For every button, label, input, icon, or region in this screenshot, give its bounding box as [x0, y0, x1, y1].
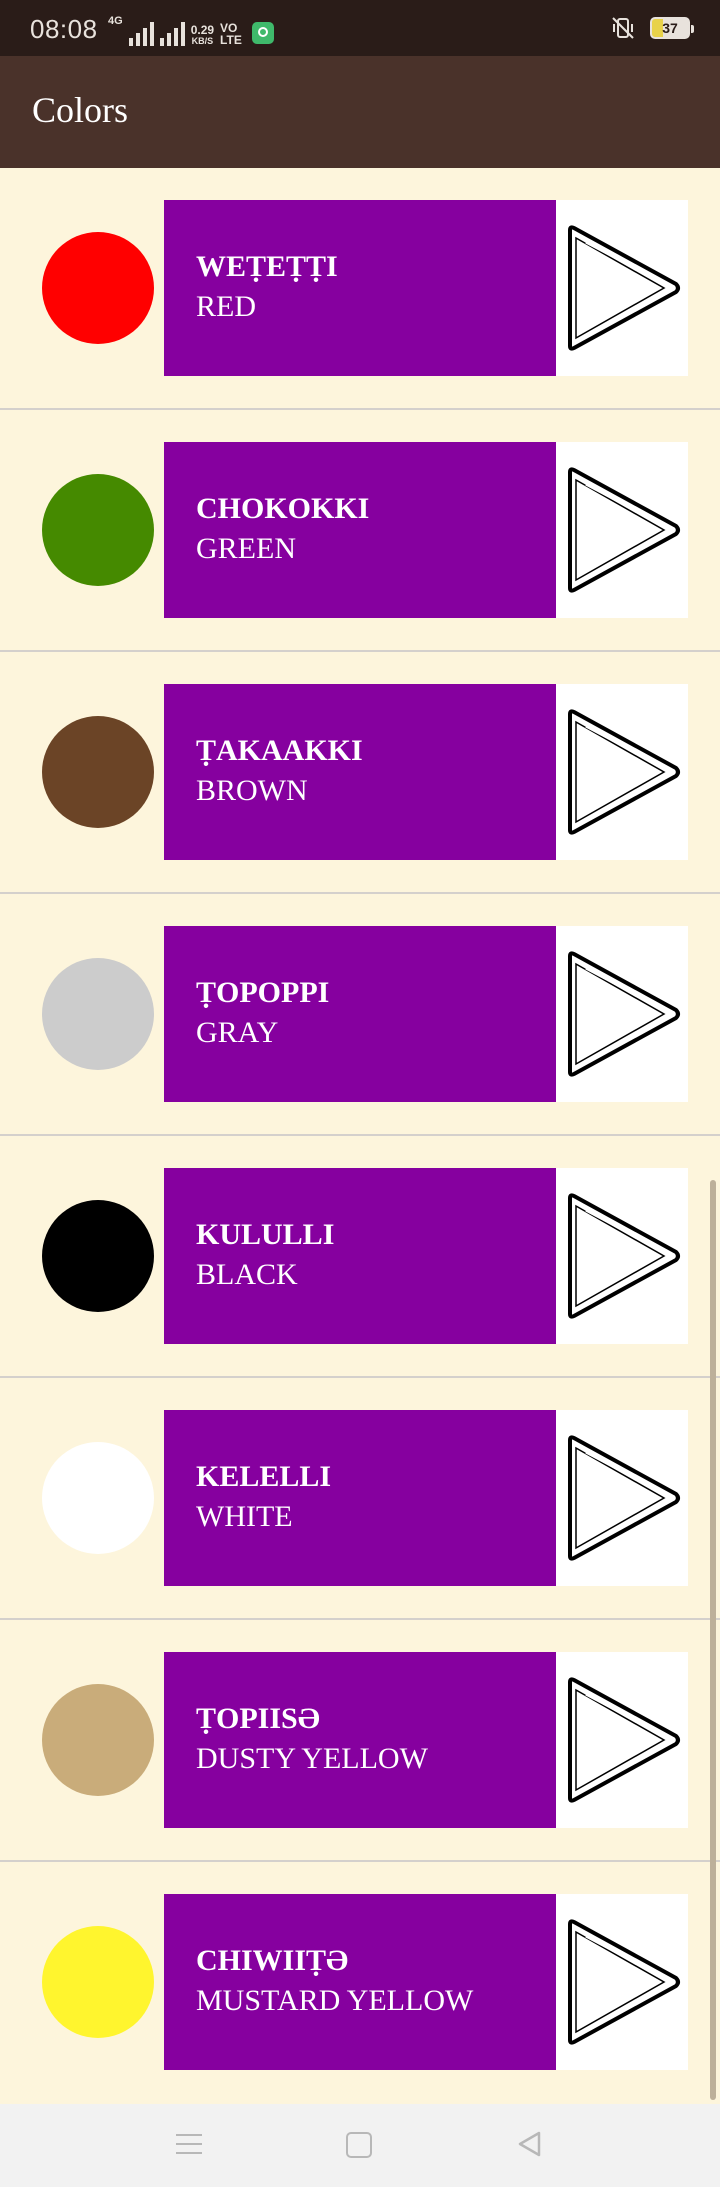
native-name: KELELLI — [196, 1460, 332, 1493]
color-row-green: CHOKOKKI GREEN — [0, 410, 720, 652]
network-speed-unit: KB/S — [191, 36, 214, 46]
native-name: WEṬEṬṬI — [196, 250, 338, 283]
play-icon — [568, 951, 680, 1077]
english-name: BROWN — [196, 774, 308, 807]
play-button[interactable] — [556, 1894, 688, 2070]
play-button[interactable] — [556, 1410, 688, 1586]
color-label[interactable]: KELELLI WHITE — [164, 1410, 556, 1586]
battery-level: 37 — [662, 20, 678, 36]
color-swatch — [42, 716, 154, 828]
scrollbar[interactable] — [710, 1180, 716, 2100]
color-row-red: WEṬEṬṬI RED — [0, 168, 720, 410]
signal-icon — [159, 22, 185, 46]
network-speed-value: 0.29 — [190, 23, 215, 37]
play-button[interactable] — [556, 1168, 688, 1344]
color-swatch — [42, 1442, 154, 1554]
play-button[interactable] — [556, 200, 688, 376]
native-name: ṬOPIISƏ — [196, 1702, 320, 1735]
english-name: DUSTY YELLOW — [196, 1742, 428, 1775]
status-time: 08:08 — [30, 14, 98, 44]
play-icon — [568, 1193, 680, 1319]
color-row-gray: ṬOPOPPI GRAY — [0, 894, 720, 1136]
english-name: GREEN — [196, 532, 296, 565]
volte-bottom: LTE — [220, 33, 242, 47]
play-button[interactable] — [556, 684, 688, 860]
status-bar: 08:08 4G 0.29 KB/S VO LTE 37 — [0, 0, 720, 56]
native-name: CHIWIIṬƏ — [196, 1944, 349, 1977]
app-bar: Colors — [0, 56, 720, 168]
color-label[interactable]: CHIWIIṬƏ MUSTARD YELLOW — [164, 1894, 556, 2070]
volte-indicator: VO LTE — [220, 22, 242, 46]
color-row-white: KELELLI WHITE — [0, 1378, 720, 1620]
color-label[interactable]: ṬAKAAKKI BROWN — [164, 684, 556, 860]
color-swatch — [42, 1200, 154, 1312]
navigation-bar — [0, 2104, 720, 2187]
english-name: RED — [196, 290, 256, 323]
play-button[interactable] — [556, 926, 688, 1102]
color-label[interactable]: CHOKOKKI GREEN — [164, 442, 556, 618]
native-name: CHOKOKKI — [196, 492, 370, 525]
english-name: GRAY — [196, 1016, 279, 1049]
color-row-dusty-yellow: ṬOPIISƏ DUSTY YELLOW — [0, 1620, 720, 1862]
signal-icon — [128, 22, 154, 46]
play-button[interactable] — [556, 1652, 688, 1828]
vibrate-mute-icon — [612, 17, 634, 39]
color-label[interactable]: KULULLI BLACK — [164, 1168, 556, 1344]
status-left-icons: 4G 0.29 KB/S VO LTE — [108, 16, 274, 46]
play-icon — [568, 1677, 680, 1803]
color-swatch — [42, 232, 154, 344]
color-list: WEṬEṬṬI RED CHOKOKKI GREEN ṬAKAAKKI BROW… — [0, 168, 720, 2104]
play-icon — [568, 709, 680, 835]
color-label[interactable]: ṬOPIISƏ DUSTY YELLOW — [164, 1652, 556, 1828]
play-icon — [568, 1919, 680, 2045]
color-swatch — [42, 958, 154, 1070]
app-notification-icon — [251, 22, 274, 44]
menu-icon[interactable] — [176, 2134, 202, 2156]
native-name: ṬAKAAKKI — [196, 734, 363, 767]
color-swatch — [42, 1684, 154, 1796]
color-row-mustard-yellow: CHIWIIṬƏ MUSTARD YELLOW — [0, 1862, 720, 2104]
native-name: ṬOPOPPI — [196, 976, 330, 1009]
native-name: KULULLI — [196, 1218, 335, 1251]
home-icon[interactable] — [346, 2132, 372, 2158]
color-label[interactable]: WEṬEṬṬI RED — [164, 200, 556, 376]
english-name: MUSTARD YELLOW — [196, 1984, 474, 2017]
back-icon[interactable] — [516, 2130, 542, 2158]
english-name: BLACK — [196, 1258, 298, 1291]
play-icon — [568, 225, 680, 351]
english-name: WHITE — [196, 1500, 293, 1533]
status-right-icons: 37 — [610, 15, 694, 41]
color-swatch — [42, 474, 154, 586]
page-title: Colors — [32, 90, 129, 130]
network-speed: 0.29 KB/S — [191, 24, 214, 46]
play-button[interactable] — [556, 442, 688, 618]
color-swatch — [42, 1926, 154, 2038]
color-row-brown: ṬAKAAKKI BROWN — [0, 652, 720, 894]
play-icon — [568, 467, 680, 593]
color-row-black: KULULLI BLACK — [0, 1136, 720, 1378]
battery-icon: 37 — [650, 17, 694, 39]
play-icon — [568, 1435, 680, 1561]
network-type-label: 4G — [108, 15, 123, 27]
color-label[interactable]: ṬOPOPPI GRAY — [164, 926, 556, 1102]
